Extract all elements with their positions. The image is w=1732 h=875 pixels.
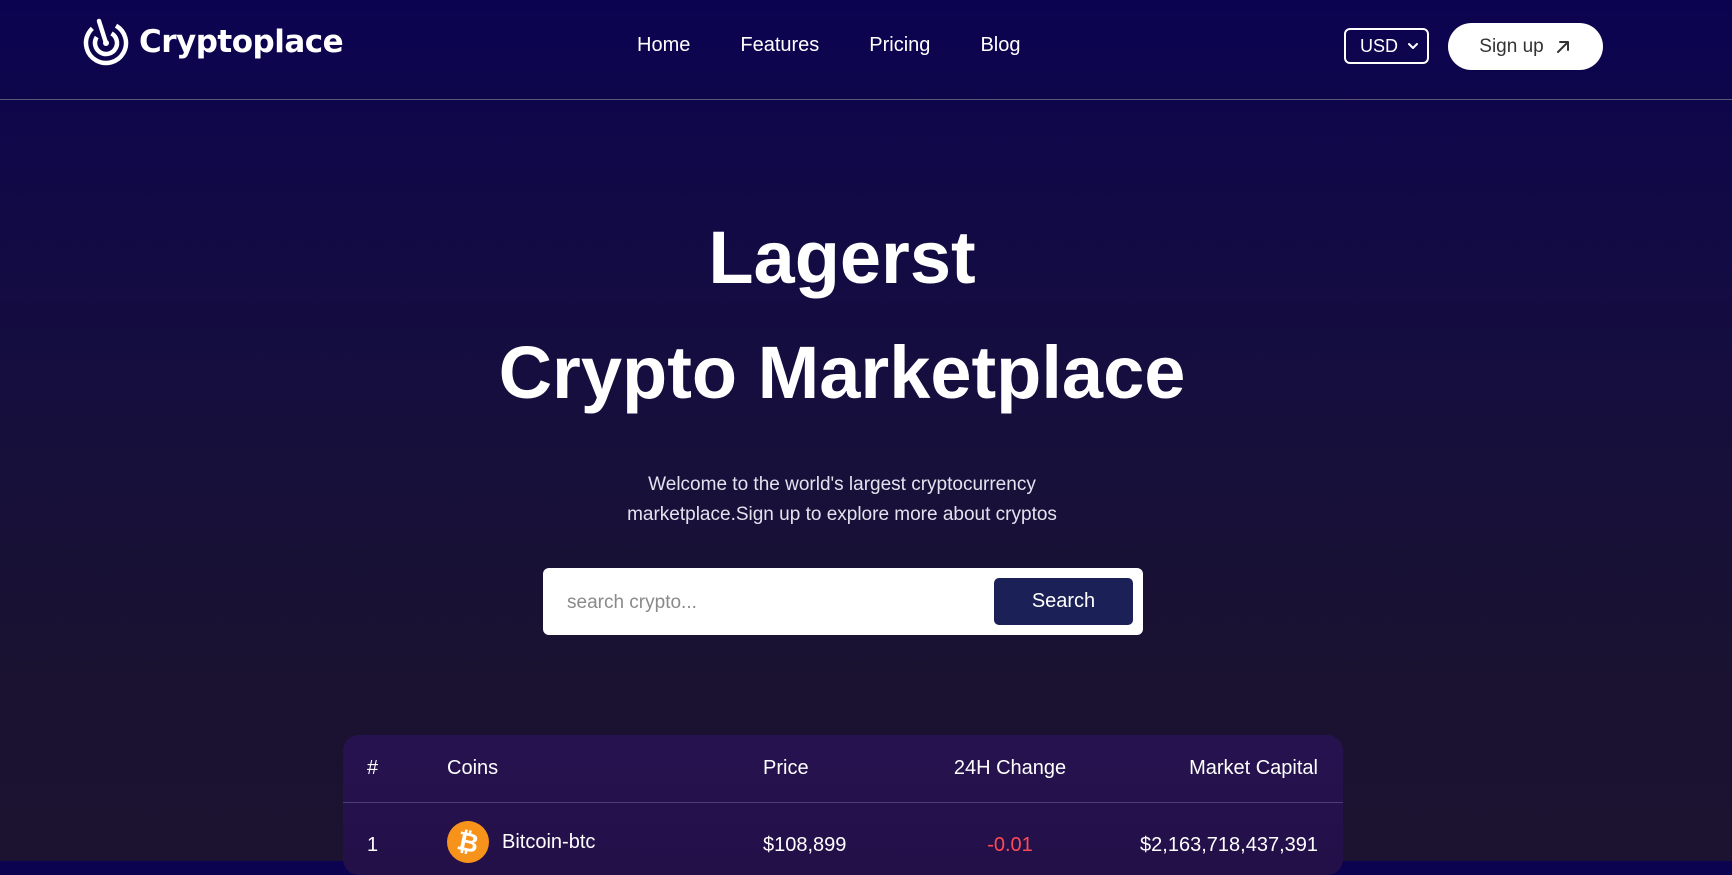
signup-button-label: Sign up [1479,35,1544,57]
column-header-rank: # [367,757,379,779]
table-header: # Coins Price 24H Change Market Capital [343,735,1343,803]
hero-title-line1: Lagerst [708,216,976,299]
row-coin-name: Bitcoin-btc [502,830,596,853]
main-nav: Home Features Pricing Blog [637,34,1020,57]
crypto-table: # Coins Price 24H Change Market Capital … [343,735,1343,875]
currency-selected-value: USD [1360,35,1399,56]
search-form: Search [543,568,1143,637]
brand-name: Cryptoplace [139,24,344,60]
bitcoin-icon: ₿ [443,817,493,867]
nav-item-blog[interactable]: Blog [980,34,1020,57]
column-header-market-capital: Market Capital [1189,757,1318,779]
hero-title-line2: Crypto Marketplace [498,331,1186,414]
arrow-up-right-icon [1556,40,1569,53]
brand-logo[interactable]: Cryptoplace [81,17,344,67]
currency-select[interactable]: USD [1344,28,1429,64]
navbar: Cryptoplace Home Features Pricing Blog U… [0,0,1732,100]
search-button[interactable]: Search [994,578,1133,625]
hero-subtitle-line1: Welcome to the world's largest cryptocur… [648,474,1036,495]
column-header-24h-change: 24H Change [953,757,1067,779]
hero-subtitle: Welcome to the world's largest cryptocur… [0,470,1684,530]
row-coin: ₿ Bitcoin-btc [443,817,596,867]
chevron-down-icon [1408,43,1418,49]
row-price: $108,899 [763,834,847,856]
row-market-capital: $2,163,718,437,391 [1140,834,1318,856]
logo-swirl-icon [83,18,129,66]
search-input[interactable] [565,568,969,637]
row-24h-change: -0.01 [987,834,1033,856]
nav-item-pricing[interactable]: Pricing [869,34,930,57]
nav-item-home[interactable]: Home [637,34,690,57]
signup-button[interactable]: Sign up [1448,23,1603,70]
nav-item-features[interactable]: Features [740,34,819,57]
hero-subtitle-line2: marketplace.Sign up to explore more abou… [627,504,1057,525]
column-header-coins: Coins [447,757,499,779]
row-rank: 1 [367,834,379,856]
column-header-price: Price [763,757,809,779]
